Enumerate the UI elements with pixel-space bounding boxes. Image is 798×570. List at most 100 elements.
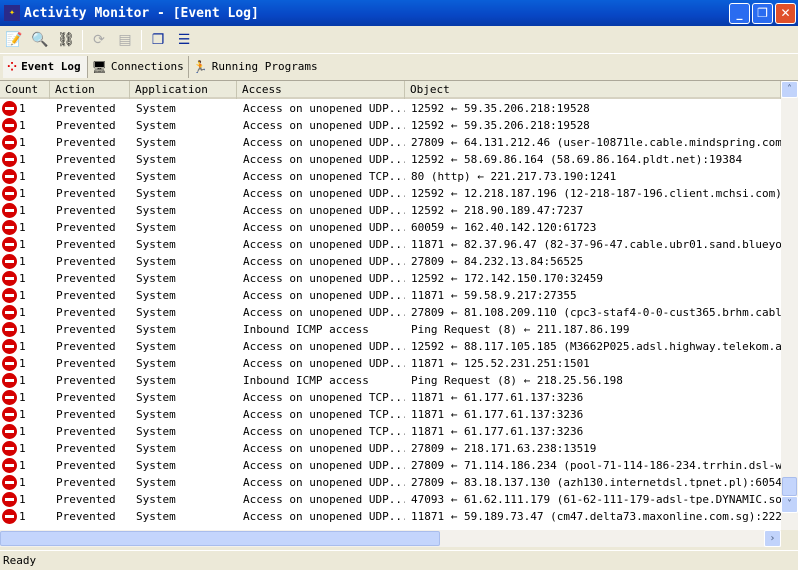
cell-access: Access on unopened UDP... [243, 102, 405, 115]
table-row[interactable]: 1 Prevented System Access on unopened UDP..… [0, 117, 781, 134]
cell-object: 47093 ← 61.62.111.179 (61-62-111-179-ads… [411, 493, 781, 506]
cell-object: 12592 ← 58.69.86.164 (58.69.86.164.pldt.… [411, 153, 743, 166]
table-row[interactable]: 1 Prevented System Access on unopened UDP..… [0, 474, 781, 491]
table-row[interactable]: 1 Prevented System Access on unopened UDP..… [0, 338, 781, 355]
count-value: 1 [19, 153, 26, 166]
count-value: 1 [19, 340, 26, 353]
table-row[interactable]: 1 Prevented System Inbound ICMP access Ping … [0, 372, 781, 389]
cell-application: System [136, 408, 176, 421]
cell-access: Access on unopened TCP... [243, 391, 405, 404]
network-icon[interactable]: ⛓ [56, 30, 76, 50]
column-header-application[interactable]: Application [130, 81, 237, 99]
table-row[interactable]: 1 Prevented System Access on unopened UDP..… [0, 236, 781, 253]
scroll-down-button[interactable]: ˅ [781, 496, 798, 513]
vertical-scrollbar[interactable]: ˄ ˅ [781, 81, 798, 530]
table-row[interactable]: 1 Prevented System Access on unopened UDP..… [0, 457, 781, 474]
toolbar-separator [141, 29, 142, 50]
prevented-icon [2, 492, 17, 507]
prevented-icon [2, 356, 17, 371]
table-row[interactable]: 1 Prevented System Access on unopened UDP..… [0, 508, 781, 525]
cell-count: 1 [0, 151, 50, 168]
cell-action: Prevented [56, 306, 116, 319]
cell-application: System [136, 272, 176, 285]
table-row[interactable]: 1 Prevented System Access on unopened UDP..… [0, 440, 781, 457]
tab-event-log[interactable]: ⁘ Event Log [3, 55, 88, 78]
cell-action: Prevented [56, 391, 116, 404]
table-row[interactable]: 1 Prevented System Access on unopened TCP..… [0, 389, 781, 406]
column-header-object[interactable]: Object [405, 81, 781, 99]
cell-action: Prevented [56, 272, 116, 285]
table-row[interactable]: 1 Prevented System Access on unopened UDP..… [0, 202, 781, 219]
table-row[interactable]: 1 Prevented System Access on unopened UDP..… [0, 185, 781, 202]
table-row[interactable]: 1 Prevented System Inbound ICMP access Ping … [0, 321, 781, 338]
table-row[interactable]: 1 Prevented System Access on unopened TCP..… [0, 168, 781, 185]
cell-access: Access on unopened UDP... [243, 204, 405, 217]
table-row[interactable]: 1 Prevented System Access on unopened UDP..… [0, 134, 781, 151]
table-row[interactable]: 1 Prevented System Access on unopened UDP..… [0, 151, 781, 168]
prevented-icon [2, 220, 17, 235]
report-icon[interactable]: ▤ [115, 30, 135, 50]
table-row[interactable]: 1 Prevented System Access on unopened UDP..… [0, 491, 781, 508]
cell-object: 11871 ← 82.37.96.47 (82-37-96-47.cable.u… [411, 238, 781, 251]
cell-access: Access on unopened UDP... [243, 289, 405, 302]
prevented-icon [2, 271, 17, 286]
view-tabs: ⁘ Event Log 🖥 Connections 🏃 Running Program… [0, 55, 798, 78]
table-row[interactable]: 1 Prevented System Access on unopened UDP..… [0, 100, 781, 117]
prevented-icon [2, 458, 17, 473]
table-row[interactable]: 1 Prevented System Access on unopened UDP..… [0, 355, 781, 372]
cell-access: Access on unopened UDP... [243, 238, 405, 251]
column-header-count[interactable]: Count [0, 81, 50, 99]
toolbar: 📝 🔍 ⛓ ⟳ ▤ ❐ ☰ [0, 26, 798, 54]
column-header-access[interactable]: Access [237, 81, 405, 99]
cell-object: 27809 ← 71.114.186.234 (pool-71-114-186-… [411, 459, 781, 472]
cell-action: Prevented [56, 204, 116, 217]
prevented-icon [2, 203, 17, 218]
cell-object: 27809 ← 84.232.13.84:56525 [411, 255, 584, 268]
count-value: 1 [19, 306, 26, 319]
cell-access: Access on unopened UDP... [243, 510, 405, 523]
cell-count: 1 [0, 202, 50, 219]
table-row[interactable]: 1 Prevented System Access on unopened TCP..… [0, 423, 781, 440]
table-row[interactable]: 1 Prevented System Access on unopened UDP..… [0, 304, 781, 321]
cell-count: 1 [0, 406, 50, 423]
cell-application: System [136, 391, 176, 404]
prevented-icon [2, 288, 17, 303]
cascade-icon[interactable]: ❐ [148, 30, 168, 50]
count-value: 1 [19, 119, 26, 132]
table-row[interactable]: 1 Prevented System Access on unopened TCP..… [0, 406, 781, 423]
table-row[interactable]: 1 Prevented System Access on unopened UDP..… [0, 219, 781, 236]
refresh-icon[interactable]: ⟳ [89, 30, 109, 50]
minimize-button[interactable]: _ [729, 3, 750, 24]
scroll-up-button[interactable]: ˄ [781, 81, 798, 98]
horizontal-scroll-thumb[interactable] [0, 531, 440, 546]
table-row[interactable]: 1 Prevented System Access on unopened UDP..… [0, 253, 781, 270]
cell-object: Ping Request (8) ← 211.187.86.199 [411, 323, 630, 336]
app-icon: ✦ [4, 5, 20, 21]
cell-action: Prevented [56, 102, 116, 115]
event-log-list: Count Action Application Access Object 1… [0, 80, 798, 547]
column-header-action[interactable]: Action [50, 81, 130, 99]
cell-object: 12592 ← 59.35.206.218:19528 [411, 119, 590, 132]
close-button[interactable]: ✕ [775, 3, 796, 24]
find-icon[interactable]: 🔍 [30, 30, 50, 50]
cell-count: 1 [0, 168, 50, 185]
cell-object: 60059 ← 162.40.142.120:61723 [411, 221, 597, 234]
table-row[interactable]: 1 Prevented System Access on unopened UDP..… [0, 287, 781, 304]
tab-running-programs[interactable]: 🏃 Running Programs [189, 56, 322, 78]
cell-action: Prevented [56, 153, 116, 166]
tab-connections[interactable]: 🖥 Connections [88, 55, 189, 78]
cell-action: Prevented [56, 510, 116, 523]
cell-count: 1 [0, 134, 50, 151]
count-value: 1 [19, 493, 26, 506]
maximize-button[interactable]: ❐ [752, 3, 773, 24]
horizontal-scrollbar[interactable]: › [0, 530, 781, 547]
vertical-scroll-thumb[interactable] [782, 477, 797, 496]
cell-application: System [136, 255, 176, 268]
prevented-icon [2, 186, 17, 201]
table-row[interactable]: 1 Prevented System Access on unopened UDP..… [0, 270, 781, 287]
prevented-icon [2, 254, 17, 269]
scroll-right-button[interactable]: › [764, 530, 781, 547]
tile-icon[interactable]: ☰ [174, 30, 194, 50]
event-log-icon: ⁘ [7, 59, 18, 74]
properties-icon[interactable]: 📝 [4, 30, 24, 50]
